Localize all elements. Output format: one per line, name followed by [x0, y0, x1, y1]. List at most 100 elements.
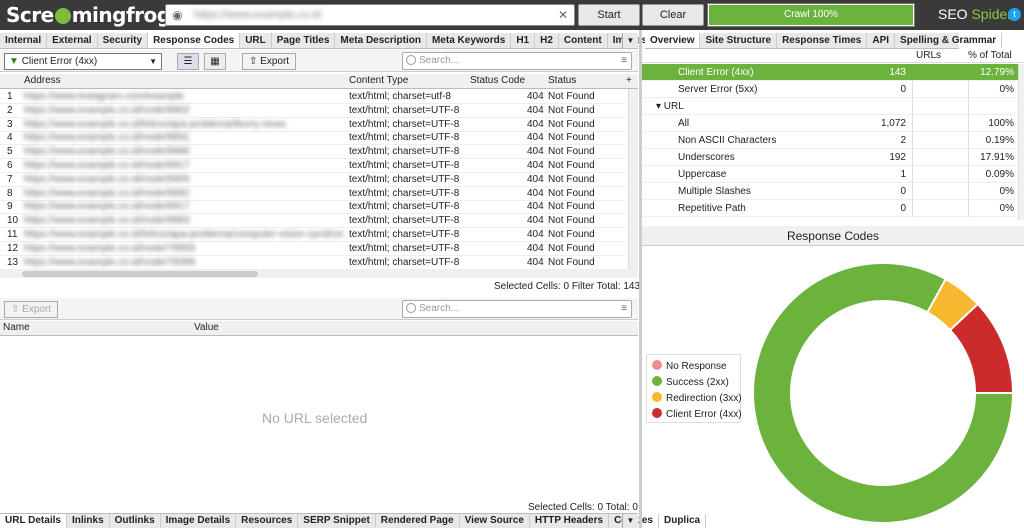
row-status: Not Found — [548, 256, 595, 268]
table-row[interactable]: 8 https://www.example.co.id/node/9882 text… — [0, 187, 626, 201]
tab-content[interactable]: Content — [559, 33, 608, 48]
table-row[interactable]: 5 https://www.example.co.id/node/9886 text… — [0, 145, 626, 160]
overview-label: Non ASCII Characters — [678, 135, 777, 146]
empty-message: No URL selected — [262, 410, 368, 426]
overview-row[interactable]: Repetitive Path 0 0% — [642, 200, 1018, 217]
search-input[interactable]: Search... ≡ — [402, 52, 632, 70]
overview-row[interactable]: Multiple Slashes 0 0% — [642, 183, 1018, 200]
logo: Scre mingfrog — [6, 3, 171, 27]
tab-security[interactable]: Security — [98, 33, 149, 48]
right-tab-spelling-grammar[interactable]: Spelling & Grammar — [895, 33, 1003, 48]
bottom-tab-duplica[interactable]: Duplica — [659, 514, 707, 528]
hscroll-thumb[interactable] — [22, 271, 258, 277]
lower-search-input[interactable]: Search... ≡ — [402, 300, 632, 318]
row-status: Not Found — [548, 215, 595, 227]
overview-vscroll[interactable] — [1018, 64, 1024, 220]
tab-h1[interactable]: H1 — [511, 33, 536, 48]
legend-swatch — [652, 360, 662, 370]
tab-page-titles[interactable]: Page Titles — [272, 33, 336, 48]
row-status-code: 404 — [527, 173, 544, 185]
table-row[interactable]: 3 https://www.example.co.id/tekno/apa-pro… — [0, 118, 626, 132]
table-row[interactable]: 13 https://www.example.co.id/node/78399 te… — [0, 256, 626, 270]
col-address[interactable]: Address — [24, 75, 61, 86]
list-view-button[interactable]: ☰ — [177, 53, 199, 70]
filter-select[interactable]: ▼ Client Error (4xx) ▼ — [4, 53, 162, 70]
tab-external[interactable]: External — [47, 33, 98, 48]
tree-view-button[interactable]: ▦ — [204, 53, 226, 70]
overview-row[interactable]: ▾ URL — [642, 98, 1018, 115]
url-input[interactable]: ◉ https://www.example.co.id ✕ — [165, 4, 575, 26]
column-separator — [968, 166, 969, 183]
twitter-icon[interactable]: t — [1008, 8, 1021, 21]
bottom-tab-rendered-page[interactable]: Rendered Page — [376, 514, 460, 528]
tab-response-codes[interactable]: Response Codes — [148, 33, 241, 48]
table-row[interactable]: 2 https://www.example.co.id/node/9902 text… — [0, 104, 626, 118]
bottom-tab-image-details[interactable]: Image Details — [161, 514, 237, 528]
table-row[interactable]: 6 https://www.example.co.id/node/9917 text… — [0, 159, 626, 173]
app-window: Scre mingfrog ◉ https://www.example.co.id… — [0, 0, 1024, 528]
row-status: Not Found — [548, 187, 595, 199]
tab-meta-description[interactable]: Meta Description — [335, 33, 427, 48]
table-vscroll[interactable] — [628, 89, 638, 270]
tabs-overflow-button[interactable]: ▼ — [622, 33, 638, 48]
overview-row[interactable]: Client Error (4xx) 143 12.79% — [642, 64, 1018, 81]
clear-url-icon[interactable]: ✕ — [558, 8, 568, 22]
row-address: https://www.example.co.id/node/9883 — [24, 215, 190, 227]
table-hscroll[interactable] — [0, 270, 638, 278]
right-tab-response-times[interactable]: Response Times — [777, 33, 868, 48]
col-content-type[interactable]: Content Type — [349, 75, 408, 86]
table-row[interactable]: 12 https://www.example.co.id/node/78993 te… — [0, 242, 626, 256]
table-row[interactable]: 1 https://www.instagram.com/example text/h… — [0, 90, 626, 104]
bottom-tab-inlinks[interactable]: Inlinks — [67, 514, 110, 528]
tab-url[interactable]: URL — [240, 33, 272, 48]
overview-urls: 1 — [900, 169, 906, 180]
column-separator — [912, 200, 913, 217]
overview-row[interactable]: All 1,072 100% — [642, 115, 1018, 132]
overview-row[interactable]: Server Error (5xx) 0 0% — [642, 81, 1018, 98]
row-content-type: text/html; charset=UTF-8 — [349, 146, 460, 158]
lower-export-button[interactable]: ⇧ Export — [4, 301, 59, 318]
row-content-type: text/html; charset=UTF-8 — [349, 118, 460, 130]
tab-internal[interactable]: Internal — [0, 33, 48, 48]
row-content-type: text/html; charset=UTF-8 — [349, 256, 460, 268]
add-column-icon[interactable]: + — [626, 75, 632, 86]
right-tab-api[interactable]: API — [867, 33, 896, 48]
row-address: https://www.example.co.id/tekno/apa-prob… — [24, 229, 344, 240]
table-row[interactable]: 7 https://www.example.co.id/node/9906 text… — [0, 173, 626, 187]
overview-pct: 0% — [999, 203, 1014, 214]
row-status: Not Found — [548, 173, 595, 185]
table-row[interactable]: 11 https://www.example.co.id/tekno/apa-pr… — [0, 228, 626, 242]
bottom-tab-view-source[interactable]: View Source — [460, 514, 530, 528]
table-row[interactable]: 9 https://www.example.co.id/node/9917 text… — [0, 200, 626, 215]
table-row[interactable]: 10 https://www.example.co.id/node/9883 tex… — [0, 214, 626, 229]
sliders-icon[interactable]: ≡ — [621, 301, 627, 317]
tab-meta-keywords[interactable]: Meta Keywords — [427, 33, 512, 48]
row-address: https://www.example.co.id/node/9886 — [24, 146, 190, 158]
row-status: Not Found — [548, 160, 595, 171]
tab-h2[interactable]: H2 — [535, 33, 559, 48]
overview-urls: 2 — [900, 135, 906, 146]
row-content-type: text/html; charset=UTF-8 — [349, 187, 460, 199]
right-tab-overview[interactable]: Overview — [645, 33, 701, 48]
col-status-code[interactable]: Status Code — [470, 75, 525, 86]
bottom-tab-url-details[interactable]: URL Details — [0, 514, 67, 528]
bottom-tab-http-headers[interactable]: HTTP Headers — [530, 514, 610, 528]
bottom-tab-outlinks[interactable]: Outlinks — [110, 514, 161, 528]
overview-row[interactable]: Uppercase 1 0.09% — [642, 166, 1018, 183]
row-number: 5 — [7, 146, 13, 158]
table-row[interactable]: 4 https://www.example.co.id/node/9891 text… — [0, 131, 626, 146]
bottom-tabs-overflow[interactable]: ▼ — [622, 514, 638, 528]
right-tab-site-structure[interactable]: Site Structure — [700, 33, 778, 48]
overview-row[interactable]: Non ASCII Characters 2 0.19% — [642, 132, 1018, 149]
bottom-tab-serp-snippet[interactable]: SERP Snippet — [298, 514, 376, 528]
start-button[interactable]: Start — [578, 4, 640, 26]
col-status[interactable]: Status — [548, 75, 576, 86]
url-text: https://www.example.co.id — [194, 9, 322, 21]
bottom-tab-resources[interactable]: Resources — [236, 514, 299, 528]
export-button[interactable]: ⇧ Export — [242, 53, 297, 70]
overview-row[interactable]: Underscores 192 17.91% — [642, 149, 1018, 166]
legend-item: No Response — [652, 360, 727, 372]
sliders-icon[interactable]: ≡ — [621, 53, 627, 69]
filter-value: Client Error (4xx) — [21, 56, 98, 67]
clear-button[interactable]: Clear — [642, 4, 704, 26]
